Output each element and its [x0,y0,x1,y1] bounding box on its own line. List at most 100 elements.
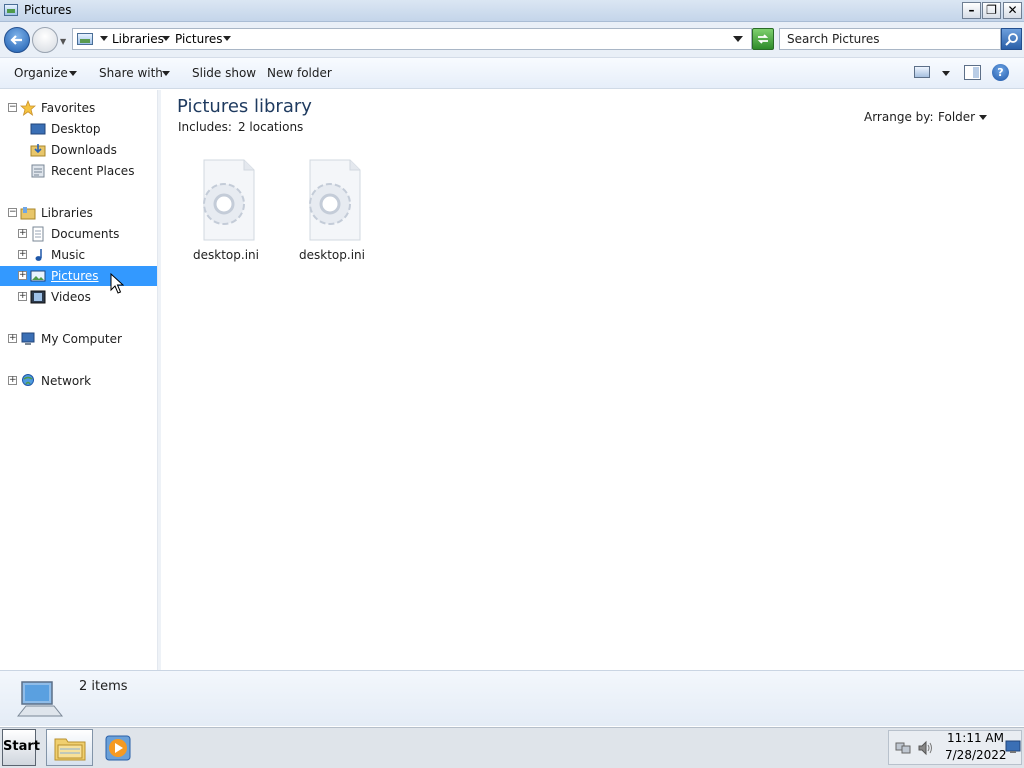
folder-icon [54,738,86,761]
libraries-icon [20,207,36,220]
nav-favorites[interactable]: − Favorites [0,98,157,118]
expand-icon[interactable]: + [18,229,27,238]
back-button[interactable] [4,27,30,53]
volume-icon[interactable] [917,740,935,756]
preview-pane-icon[interactable] [964,65,981,80]
nav-libraries[interactable]: − Libraries [0,203,157,223]
breadcrumb-pictures[interactable]: Pictures [175,32,223,46]
star-icon [20,100,36,116]
nav-item-pictures[interactable]: + Pictures [0,266,157,286]
taskbar [0,727,1024,768]
nav-label: Videos [51,290,91,304]
refresh-button[interactable] [752,28,774,50]
search-button[interactable] [1001,28,1022,50]
chevron-down-icon[interactable] [100,36,108,41]
nav-label: Downloads [51,143,117,157]
search-icon [1005,33,1018,46]
downloads-folder-icon [30,144,46,157]
chevron-down-icon[interactable] [162,36,170,41]
taskbar-media-player-button[interactable] [97,729,141,766]
new-folder-button[interactable]: New folder [267,66,332,80]
file-name: desktop.ini [299,248,365,262]
nav-label: Libraries [41,206,93,220]
settings-file-icon [309,159,361,241]
back-arrow-icon [10,35,22,45]
organize-button[interactable]: Organize [14,66,68,80]
videos-icon [30,290,46,304]
chevron-down-icon [69,71,77,76]
taskbar-explorer-button[interactable] [46,729,93,766]
navigation-pane: − Favorites Desktop Downloads Recent Pla… [0,90,158,670]
expand-icon[interactable]: + [18,250,27,259]
window-title: Pictures [24,3,72,17]
library-includes: Includes: 2 locations [178,120,303,134]
nav-item-desktop[interactable]: Desktop [0,119,157,139]
clock-date[interactable]: 7/28/2022 [945,748,1007,762]
show-desktop-icon[interactable] [1005,740,1021,754]
music-icon [35,249,42,261]
network-tray-icon[interactable] [895,740,911,756]
recent-places-icon [31,164,45,178]
mouse-cursor-icon [110,273,124,294]
address-history-dropdown[interactable] [733,36,743,42]
network-icon [22,374,34,386]
computer-icon [21,332,35,345]
nav-label: Documents [51,227,120,241]
address-bar[interactable]: Libraries Pictures [72,28,752,50]
nav-item-videos[interactable]: + Videos [0,287,157,307]
documents-icon [32,226,44,242]
minimize-button[interactable]: – [962,2,981,19]
nav-item-documents[interactable]: + Documents [0,224,157,244]
nav-label: Desktop [51,122,101,136]
recent-pages-dropdown[interactable]: ▼ [60,37,66,46]
chevron-down-icon [162,71,170,76]
nav-label: Pictures [51,269,99,283]
settings-file-icon [203,159,255,241]
view-options-dropdown[interactable] [942,71,950,76]
forward-button[interactable] [32,27,58,53]
start-button[interactable]: Start [2,729,40,766]
collapse-icon[interactable]: − [8,103,17,112]
media-player-icon [105,735,131,761]
search-input[interactable]: Search Pictures [779,28,1001,50]
restore-button[interactable]: ❐ [982,2,1001,19]
details-pane [0,670,1024,726]
help-icon[interactable]: ? [992,64,1009,81]
expand-icon[interactable]: + [8,376,17,385]
nav-label: Music [51,248,86,262]
arrange-by-dropdown[interactable]: Folder [938,110,975,124]
locations-link[interactable]: 2 locations [238,120,303,134]
arrange-by-label: Arrange by: [864,110,934,124]
nav-item-downloads[interactable]: Downloads [0,140,157,160]
clock-time[interactable]: 11:11 AM [947,731,1004,745]
expand-icon[interactable]: + [18,292,27,301]
pictures-library-icon [77,33,93,45]
command-bar: Organize Share with Slide show New folde… [0,58,1024,89]
nav-my-computer[interactable]: + My Computer [0,329,157,349]
nav-item-music[interactable]: + Music [0,245,157,265]
nav-item-recent-places[interactable]: Recent Places [0,161,157,181]
change-view-icon[interactable] [914,66,930,78]
refresh-icon [757,34,769,44]
includes-label: Includes: [178,120,232,134]
pictures-icon [30,270,46,282]
nav-network[interactable]: + Network [0,371,157,391]
close-button[interactable]: ✕ [1003,2,1022,19]
share-with-button[interactable]: Share with [99,66,163,80]
library-title: Pictures library [177,96,312,117]
file-item[interactable]: desktop.ini [178,156,274,266]
chevron-down-icon[interactable] [979,115,987,120]
expand-icon[interactable]: + [18,271,27,280]
file-item[interactable]: desktop.ini [284,156,380,266]
breadcrumb-libraries[interactable]: Libraries [112,32,164,46]
expand-icon[interactable]: + [8,334,17,343]
nav-label: Network [41,374,92,388]
slide-show-button[interactable]: Slide show [192,66,256,80]
desktop-icon [30,123,46,135]
item-count: 2 items [79,679,128,694]
nav-label: Favorites [41,101,96,115]
chevron-down-icon[interactable] [223,36,231,41]
nav-label: My Computer [41,332,122,346]
pictures-folder-icon [4,4,18,16]
collapse-icon[interactable]: − [8,208,17,217]
